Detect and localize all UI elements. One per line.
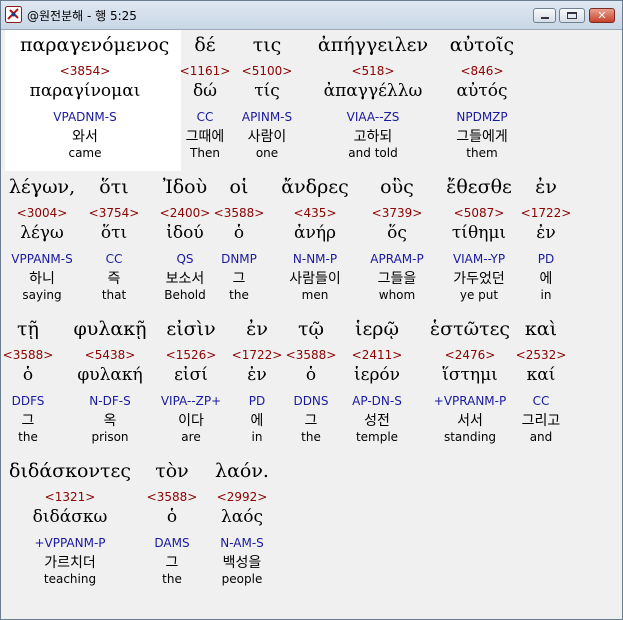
minimize-icon [541, 17, 549, 19]
lemma: αὐτός [456, 81, 508, 101]
english-gloss: and [529, 430, 553, 444]
english-gloss: people [221, 572, 263, 586]
close-button[interactable]: ✕ [589, 8, 615, 23]
lemma: παραγίνομαι [29, 81, 141, 101]
greek-word: παραγενόμενος [20, 34, 170, 56]
strong-number: <3854> [59, 64, 111, 78]
parsing-code: VPADNM-S [53, 110, 117, 124]
greek-word: καὶ [524, 318, 558, 340]
english-gloss: came [68, 146, 102, 160]
minimize-button[interactable] [533, 8, 556, 23]
korean-gloss: 에 [539, 271, 553, 287]
app-window: @원전분해 - 행 5:25 ✕ παραγενόμενος <3854> παρα… [0, 0, 623, 620]
korean-gloss: 그리고 [521, 413, 561, 429]
parsing-code: NPDMZP [456, 110, 508, 124]
greek-word: αὐτοῖς [449, 34, 515, 56]
parsing-code: PD [537, 252, 555, 266]
english-gloss: them [466, 146, 498, 160]
greek-word: λαόν. [215, 460, 269, 482]
strong-number: <2992> [216, 490, 268, 504]
strong-number: <846> [460, 64, 504, 78]
korean-gloss: 백성을 [222, 555, 262, 571]
korean-gloss: 그들에게 [456, 129, 508, 145]
maximize-icon [567, 12, 577, 19]
interlinear-panel: παραγενόμενος <3854> παραγίνομαι VPADNM-S 와서… [3, 30, 616, 616]
window-title: @원전분해 - 행 5:25 [27, 9, 137, 23]
english-gloss: in [540, 288, 552, 302]
greek-word: ἐν [535, 176, 557, 198]
maximize-button[interactable] [559, 8, 585, 23]
title-bar[interactable]: @원전분해 - 행 5:25 ✕ [1, 1, 622, 30]
strong-number: <2532> [515, 348, 567, 362]
lemma: λαός [220, 507, 263, 527]
lemma: καί [526, 365, 556, 385]
strong-number: <1722> [520, 206, 572, 220]
lemma: ἐν [536, 223, 556, 243]
close-icon: ✕ [597, 9, 607, 22]
app-logo-icon [5, 6, 22, 23]
korean-gloss: 와서 [72, 129, 98, 145]
parsing-code: N-AM-S [220, 536, 264, 550]
parsing-code: CC [532, 394, 550, 408]
